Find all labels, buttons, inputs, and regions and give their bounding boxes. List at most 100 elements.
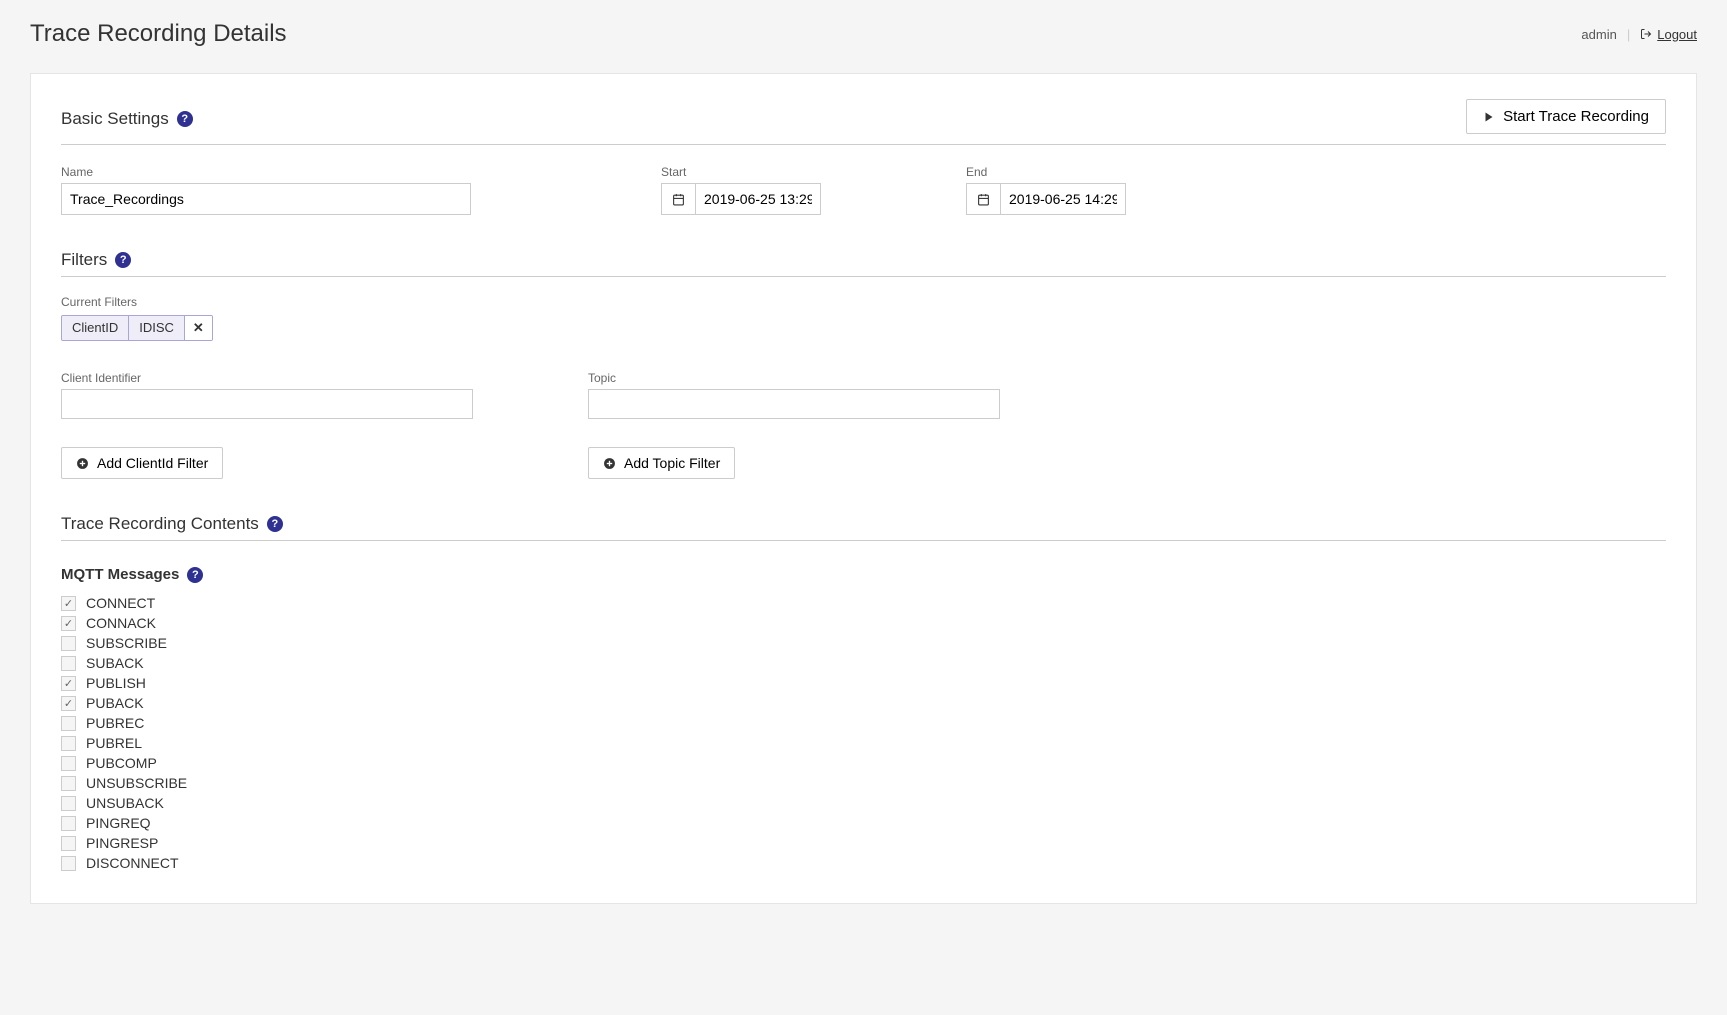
user-label: admin bbox=[1581, 27, 1616, 42]
client-identifier-col: Client Identifier Add ClientId Filter bbox=[61, 371, 473, 479]
filter-tag-type: ClientID bbox=[62, 316, 129, 340]
checkbox-item: CONNACK bbox=[61, 613, 1666, 633]
start-trace-recording-label: Start Trace Recording bbox=[1503, 108, 1649, 125]
checkbox-label: UNSUBACK bbox=[86, 795, 164, 811]
checkbox-item: PUBACK bbox=[61, 693, 1666, 713]
name-input[interactable] bbox=[61, 183, 471, 215]
current-filters-list: ClientID IDISC ✕ bbox=[61, 315, 1666, 341]
name-label: Name bbox=[61, 165, 471, 179]
client-identifier-label: Client Identifier bbox=[61, 371, 473, 385]
end-input[interactable] bbox=[1000, 183, 1126, 215]
basic-settings-header: Basic Settings ? bbox=[61, 109, 193, 129]
checkbox-item: PUBLISH bbox=[61, 673, 1666, 693]
checkbox-item: PUBREC bbox=[61, 713, 1666, 733]
header-bar: Trace Recording Details admin | Logout bbox=[0, 0, 1727, 58]
contents-title: Trace Recording Contents bbox=[61, 514, 259, 534]
calendar-icon bbox=[672, 193, 685, 206]
checkbox-label: PINGREQ bbox=[86, 815, 151, 831]
topic-col: Topic Add Topic Filter bbox=[588, 371, 1000, 479]
mqtt-messages-list: CONNECT CONNACK SUBSCRIBE SUBACK PUBLISH PUBA… bbox=[61, 593, 1666, 873]
checkbox-item: PINGREQ bbox=[61, 813, 1666, 833]
calendar-icon-box[interactable] bbox=[966, 183, 1000, 215]
checkbox-item: PINGRESP bbox=[61, 833, 1666, 853]
checkbox-label: CONNECT bbox=[86, 595, 155, 611]
checkbox-item: PUBCOMP bbox=[61, 753, 1666, 773]
checkbox-item: SUBACK bbox=[61, 653, 1666, 673]
plus-circle-icon bbox=[76, 457, 89, 470]
checkbox-item: UNSUBACK bbox=[61, 793, 1666, 813]
checkbox-label: SUBACK bbox=[86, 655, 144, 671]
topic-input[interactable] bbox=[588, 389, 1000, 419]
end-label: End bbox=[966, 165, 1126, 179]
contents-header: Trace Recording Contents ? bbox=[61, 514, 1666, 541]
logout-icon bbox=[1640, 28, 1652, 40]
name-group: Name bbox=[61, 165, 471, 215]
client-identifier-input[interactable] bbox=[61, 389, 473, 419]
checkbox-label: SUBSCRIBE bbox=[86, 635, 167, 651]
filters-header: Filters ? bbox=[61, 250, 1666, 277]
filter-inputs-row: Client Identifier Add ClientId Filter To… bbox=[61, 371, 1666, 479]
checkbox[interactable] bbox=[61, 756, 76, 771]
help-icon[interactable]: ? bbox=[267, 516, 283, 532]
checkbox[interactable] bbox=[61, 796, 76, 811]
help-icon[interactable]: ? bbox=[187, 567, 203, 583]
checkbox[interactable] bbox=[61, 616, 76, 631]
checkbox[interactable] bbox=[61, 596, 76, 611]
current-filters-label: Current Filters bbox=[61, 295, 1666, 309]
filter-tag: ClientID IDISC ✕ bbox=[61, 315, 213, 341]
page-title: Trace Recording Details bbox=[30, 20, 287, 48]
checkbox-item: DISCONNECT bbox=[61, 853, 1666, 873]
checkbox-item: PUBREL bbox=[61, 733, 1666, 753]
filters-title: Filters bbox=[61, 250, 107, 270]
checkbox[interactable] bbox=[61, 856, 76, 871]
start-group: Start bbox=[661, 165, 821, 215]
checkbox-item: CONNECT bbox=[61, 593, 1666, 613]
checkbox[interactable] bbox=[61, 836, 76, 851]
checkbox[interactable] bbox=[61, 736, 76, 751]
end-group: End bbox=[966, 165, 1126, 215]
help-icon[interactable]: ? bbox=[177, 111, 193, 127]
checkbox-label: PINGRESP bbox=[86, 835, 158, 851]
logout-link[interactable]: Logout bbox=[1640, 27, 1697, 42]
basic-settings-header-row: Basic Settings ? Start Trace Recording bbox=[61, 99, 1666, 145]
divider: | bbox=[1627, 27, 1630, 42]
end-input-group bbox=[966, 183, 1126, 215]
checkbox-label: UNSUBSCRIBE bbox=[86, 775, 187, 791]
basic-settings-form-row: Name Start End bbox=[61, 165, 1666, 215]
checkbox[interactable] bbox=[61, 656, 76, 671]
checkbox-label: PUBREC bbox=[86, 715, 144, 731]
header-right: admin | Logout bbox=[1581, 27, 1697, 42]
filter-tag-value: IDISC bbox=[129, 316, 185, 340]
logout-label: Logout bbox=[1657, 27, 1697, 42]
start-input-group bbox=[661, 183, 821, 215]
checkbox-label: DISCONNECT bbox=[86, 855, 179, 871]
checkbox[interactable] bbox=[61, 696, 76, 711]
checkbox-label: PUBLISH bbox=[86, 675, 146, 691]
checkbox[interactable] bbox=[61, 636, 76, 651]
calendar-icon bbox=[977, 193, 990, 206]
add-clientid-filter-button[interactable]: Add ClientId Filter bbox=[61, 447, 223, 479]
basic-settings-title: Basic Settings bbox=[61, 109, 169, 129]
plus-circle-icon bbox=[603, 457, 616, 470]
add-topic-filter-button[interactable]: Add Topic Filter bbox=[588, 447, 735, 479]
checkbox-label: PUBACK bbox=[86, 695, 144, 711]
checkbox-label: PUBCOMP bbox=[86, 755, 157, 771]
calendar-icon-box[interactable] bbox=[661, 183, 695, 215]
mqtt-messages-heading: MQTT Messages ? bbox=[61, 566, 1666, 583]
main-panel: Basic Settings ? Start Trace Recording N… bbox=[30, 73, 1697, 904]
checkbox[interactable] bbox=[61, 816, 76, 831]
checkbox-label: CONNACK bbox=[86, 615, 156, 631]
checkbox-label: PUBREL bbox=[86, 735, 142, 751]
checkbox[interactable] bbox=[61, 776, 76, 791]
start-trace-recording-button[interactable]: Start Trace Recording bbox=[1466, 99, 1666, 134]
start-input[interactable] bbox=[695, 183, 821, 215]
play-icon bbox=[1483, 111, 1495, 123]
filter-tag-close[interactable]: ✕ bbox=[185, 316, 212, 340]
checkbox-item: UNSUBSCRIBE bbox=[61, 773, 1666, 793]
checkbox[interactable] bbox=[61, 676, 76, 691]
add-topic-filter-label: Add Topic Filter bbox=[624, 455, 720, 471]
help-icon[interactable]: ? bbox=[115, 252, 131, 268]
checkbox[interactable] bbox=[61, 716, 76, 731]
checkbox-item: SUBSCRIBE bbox=[61, 633, 1666, 653]
topic-label: Topic bbox=[588, 371, 1000, 385]
